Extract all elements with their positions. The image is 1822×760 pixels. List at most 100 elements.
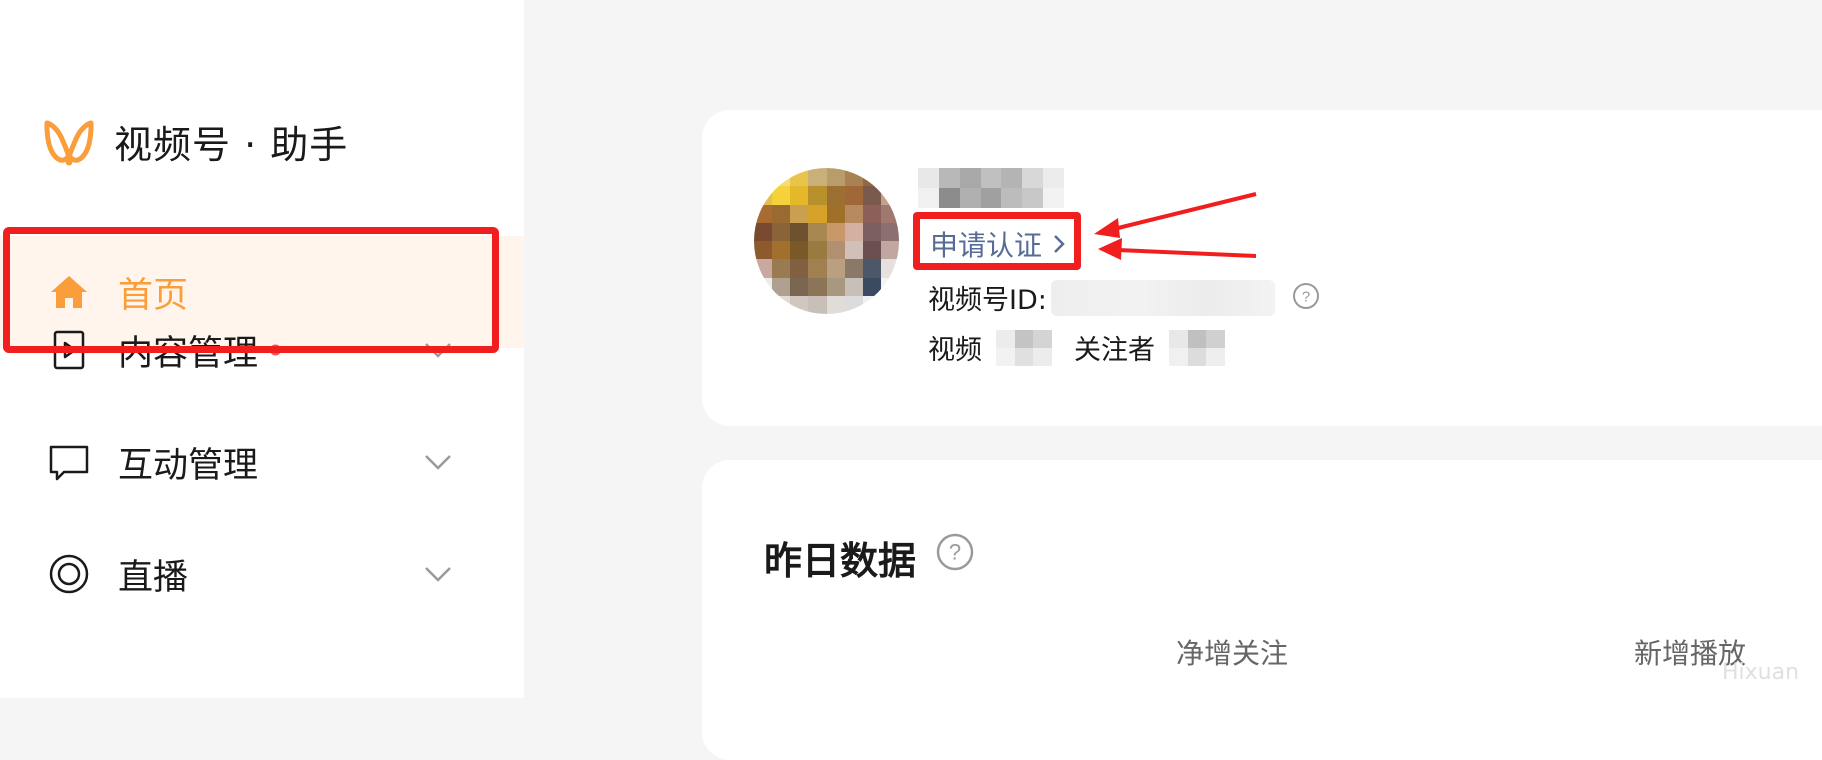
videos-count-blurred — [996, 329, 1052, 366]
channel-id-label: 视频号ID: — [928, 285, 1047, 316]
annotation-highlight-box — [3, 227, 499, 353]
sidebar-item-interaction[interactable]: 互动管理 — [0, 406, 524, 518]
count-pixel — [1033, 329, 1052, 348]
nickname-pixel — [1043, 188, 1064, 208]
section-title: 昨日数据 — [764, 539, 917, 583]
count-pixel — [1187, 347, 1207, 366]
count-pixel — [996, 329, 1015, 348]
metric-net-followers-label: 净增关注 — [1176, 637, 1289, 670]
avatar-pixel — [790, 204, 809, 223]
avatar-pixel — [808, 168, 827, 187]
nickname-pixel — [1022, 168, 1044, 188]
nickname-pixel — [1001, 168, 1023, 188]
avatar-pixel — [772, 277, 791, 296]
avatar-pixel — [790, 186, 809, 205]
chevron-right-icon — [1054, 235, 1065, 253]
sidebar-item-label: 直播 — [118, 557, 189, 598]
avatar-pixel — [772, 222, 791, 241]
avatar-pixel — [808, 204, 827, 223]
nickname-pixel — [959, 168, 981, 188]
help-icon[interactable]: ? — [935, 532, 975, 572]
avatar-pixel — [880, 222, 899, 241]
avatar-pixel — [772, 204, 791, 223]
avatar[interactable] — [754, 168, 899, 314]
avatar-pixel — [862, 222, 881, 241]
avatar-pixel — [754, 241, 773, 260]
avatar-pixel — [844, 259, 863, 278]
avatar-pixel — [790, 222, 809, 241]
count-pixel — [1206, 329, 1225, 348]
channel-id-value-blurred — [1050, 279, 1275, 316]
avatar-pixel — [826, 241, 845, 260]
chevron-down-icon[interactable] — [424, 453, 452, 471]
chat-bubble-icon — [49, 445, 89, 481]
avatar-pixel — [808, 186, 827, 205]
sidebar-item-live[interactable]: 直播 — [0, 518, 524, 630]
followers-label: 关注者 — [1074, 335, 1155, 366]
nickname-pixel — [1043, 168, 1064, 188]
nickname-pixel — [938, 168, 960, 188]
avatar-pixel — [826, 186, 845, 205]
count-pixel — [1206, 347, 1225, 366]
apply-verification-link[interactable]: 申请认证 — [930, 224, 1066, 264]
avatar-pixel — [808, 295, 827, 314]
avatar-pixel — [862, 241, 881, 260]
avatar-pixel — [844, 204, 863, 223]
sidebar: 视频号 · 助手 首页 内容管理 互动管理 直播 — [0, 0, 524, 698]
brand-name: 视频号 · 助手 — [114, 123, 349, 167]
count-pixel — [1169, 329, 1188, 348]
avatar-pixel — [826, 277, 845, 296]
count-pixel — [1033, 347, 1052, 366]
avatar-pixel — [772, 241, 791, 260]
avatar-pixel — [880, 241, 899, 260]
nickname-pixel — [1001, 188, 1023, 208]
avatar-pixel — [790, 277, 809, 296]
nickname-pixel — [918, 168, 939, 188]
count-pixel — [1014, 329, 1034, 348]
help-icon[interactable]: ? — [1292, 282, 1320, 310]
nickname-pixel — [980, 168, 1002, 188]
avatar-pixel — [790, 259, 809, 278]
avatar-pixel — [844, 241, 863, 260]
avatar-pixel — [862, 259, 881, 278]
profile-stats: 视频 关注者 — [928, 328, 1247, 367]
yesterday-data-card — [702, 460, 1822, 760]
avatar-pixel — [772, 259, 791, 278]
avatar-pixel — [772, 186, 791, 205]
nickname-pixel — [938, 188, 960, 208]
nickname-pixel — [918, 188, 939, 208]
avatar-pixel — [844, 277, 863, 296]
svg-text:?: ? — [949, 540, 961, 565]
nickname-pixel — [959, 188, 981, 208]
avatar-pixel — [826, 168, 845, 187]
channel-id-row: 视频号ID: — [928, 278, 1275, 317]
avatar-pixel — [862, 204, 881, 223]
count-pixel — [996, 347, 1015, 366]
svg-text:?: ? — [1302, 289, 1310, 306]
avatar-pixel — [844, 186, 863, 205]
videos-label: 视频 — [928, 335, 982, 366]
avatar-pixel — [808, 241, 827, 260]
watermark: Hixuan — [1722, 660, 1800, 685]
avatar-pixel — [826, 259, 845, 278]
apply-verification-label: 申请认证 — [930, 229, 1043, 262]
chevron-down-icon[interactable] — [424, 565, 452, 583]
channels-logo-icon — [44, 120, 94, 165]
avatar-pixel — [808, 222, 827, 241]
followers-count-blurred — [1169, 329, 1225, 366]
avatar-pixel — [808, 277, 827, 296]
nickname-blurred — [918, 168, 1064, 208]
avatar-pixel — [826, 222, 845, 241]
avatar-pixel — [808, 259, 827, 278]
avatar-pixel — [862, 186, 881, 205]
avatar-pixel — [826, 295, 845, 314]
brand: 视频号 · 助手 — [42, 114, 348, 169]
live-icon — [49, 554, 89, 594]
annotation-arrows — [1094, 192, 1257, 260]
nickname-pixel — [1022, 188, 1044, 208]
count-pixel — [1187, 329, 1207, 348]
count-pixel — [1169, 347, 1188, 366]
sidebar-item-label: 互动管理 — [118, 445, 259, 486]
avatar-pixel — [826, 204, 845, 223]
nickname-pixel — [980, 188, 1002, 208]
